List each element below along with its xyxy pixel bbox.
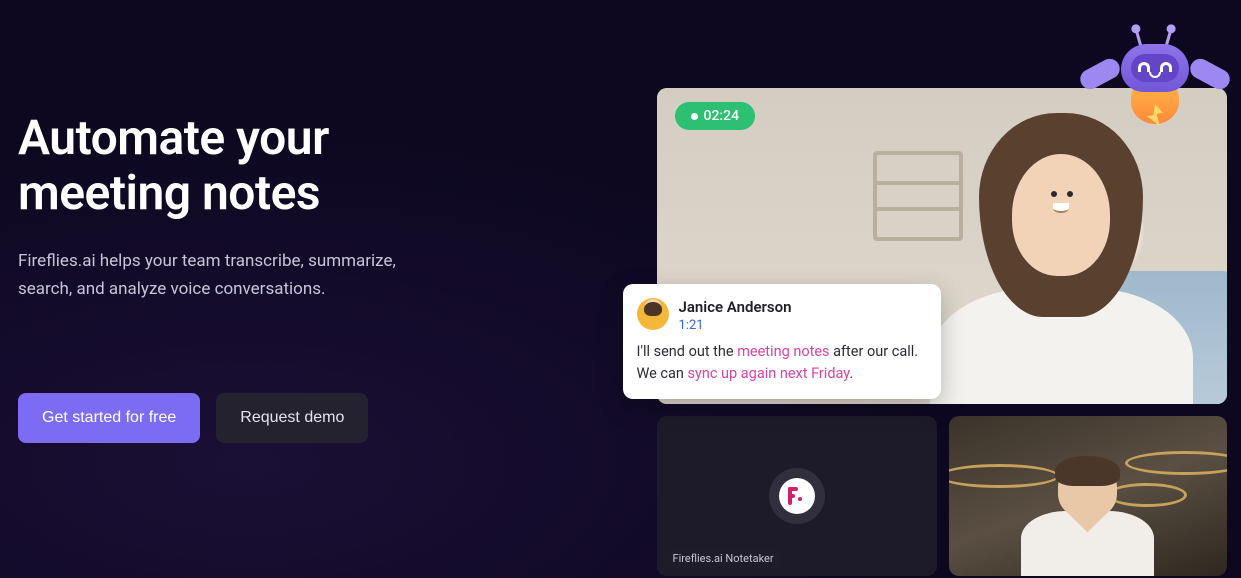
transcript-card: Janice Anderson 1:21 I'll send out the m…	[623, 284, 941, 399]
speaker-avatar	[637, 298, 669, 330]
transcript-text: I'll send out the meeting notes after ou…	[637, 341, 925, 385]
notetaker-label: Fireflies.ai Notetaker	[665, 549, 782, 568]
transcript-timestamp: 1:21	[679, 318, 792, 333]
hero-subhead: Fireflies.ai helps your team transcribe,…	[18, 248, 438, 302]
highlight-meeting-notes: meeting notes	[737, 343, 829, 360]
notetaker-tile: Fireflies.ai Notetaker	[657, 416, 937, 576]
fireflies-logo-icon	[769, 468, 825, 524]
mascot-robot-icon	[1095, 26, 1215, 146]
request-demo-button[interactable]: Request demo	[216, 393, 368, 443]
participant-1-avatar	[924, 113, 1198, 404]
speaker-name: Janice Anderson	[679, 298, 792, 316]
recording-timer: 02:24	[675, 102, 756, 130]
highlight-sync-up: sync up again next Friday	[688, 365, 850, 382]
participant-2-tile	[949, 416, 1227, 576]
hero-headline: Automate your meeting notes	[18, 110, 621, 220]
get-started-button[interactable]: Get started for free	[18, 393, 200, 443]
timer-value: 02:24	[704, 108, 740, 124]
participant-2-avatar	[1021, 461, 1154, 576]
